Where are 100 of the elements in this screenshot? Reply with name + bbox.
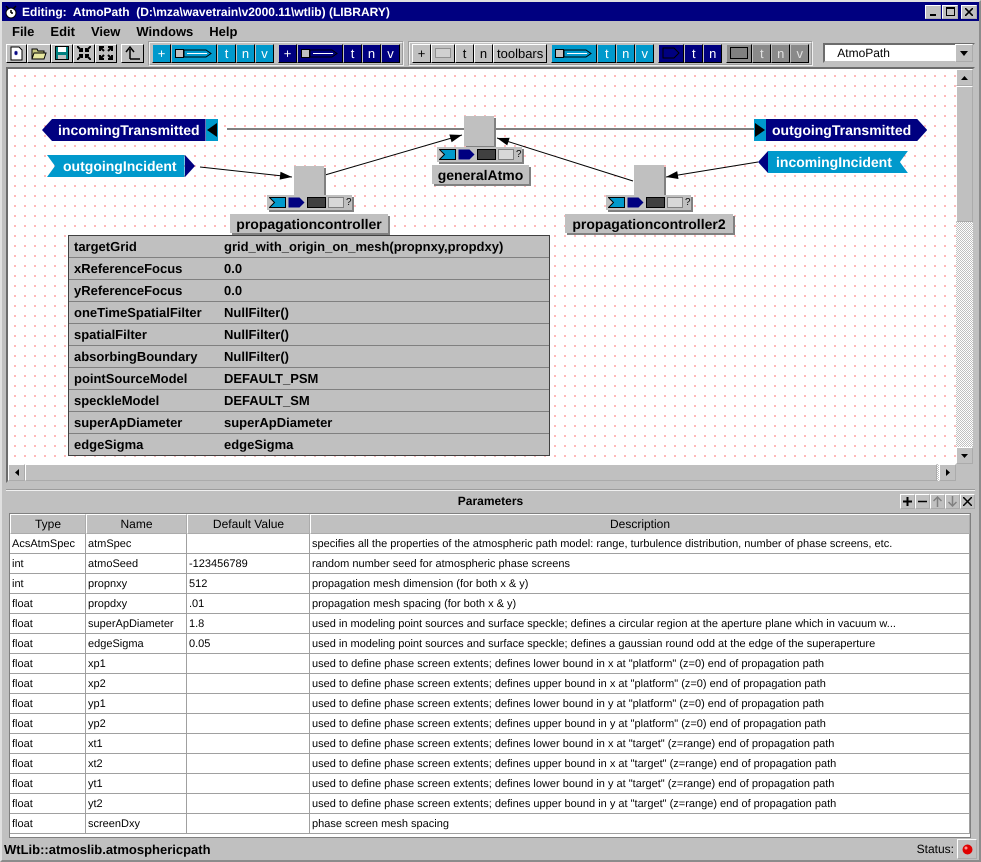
table-cell: xt1 — [86, 734, 187, 754]
table-cell: random number seed for atmospheric phase screens — [310, 554, 970, 574]
toolbar-button[interactable]: t — [684, 44, 704, 62]
property-name: oneTimeSpatialFilter — [73, 305, 203, 320]
panel-button[interactable] — [915, 494, 930, 508]
table-cell: specifies all the properties of the atmospheric path model: range, turbulence distribution, number of phase screens, etc. — [310, 534, 970, 554]
help-label[interactable]: ? — [516, 149, 522, 160]
maximize-button[interactable] — [942, 4, 958, 18]
toolbar-button[interactable]: + — [278, 44, 297, 62]
port-label[interactable]: outgoingTransmitted — [766, 119, 928, 141]
table-cell: screenDxy — [86, 814, 187, 834]
table-cell: atmoSeed — [86, 554, 187, 574]
toolbar-button[interactable]: n — [362, 44, 381, 62]
menu-item[interactable]: Help — [201, 24, 246, 38]
property-value[interactable]: NullFilter() — [219, 349, 549, 364]
table-cell: float — [10, 634, 86, 654]
connector-icon — [301, 46, 339, 60]
panel-button[interactable] — [900, 494, 915, 508]
table-cell: used in modeling point sources and surface speckle; defines a gaussian round odd at the edge of the superaperture — [310, 634, 970, 654]
property-name: superApDiameter — [73, 415, 184, 430]
table-cell: AcsAtmSpec — [10, 534, 86, 554]
property-value[interactable]: grid_with_origin_on_mesh(propnxy,propdxy) — [219, 239, 549, 254]
table-cell: phase screen mesh spacing — [310, 814, 970, 834]
help-label[interactable]: ? — [346, 197, 352, 208]
property-name: absorbingBoundary — [73, 349, 199, 364]
table-cell: used to define phase screen extents; defines lower bound in y at "target" (z=range) end of propagation path — [310, 774, 970, 794]
table-cell: used in modeling point sources and surface speckle; defines a circular region at the aperture plane which in vacuum w... — [310, 614, 970, 634]
block-node[interactable] — [294, 166, 324, 196]
move-up-icon — [933, 496, 942, 506]
property-value[interactable]: DEFAULT_PSM — [219, 371, 549, 386]
block-node[interactable] — [634, 165, 664, 195]
menu-item[interactable]: View — [82, 24, 128, 38]
toolbar-button[interactable] — [171, 44, 217, 62]
table-cell: used to define phase screen extents; defines upper bound in y at "target" (z=range) end of propagation path — [310, 794, 970, 814]
table-cell: float — [10, 714, 86, 734]
property-value[interactable]: superApDiameter — [219, 415, 549, 430]
table-cell: used to define phase screen extents; defines lower bound in y at "platform" (z=0) end of propagation path — [310, 694, 970, 714]
property-value[interactable]: edgeSigma — [219, 437, 549, 452]
block-label[interactable]: propagationcontroller2 — [565, 214, 733, 233]
toolbar-button[interactable] — [658, 44, 684, 62]
help-label[interactable]: ? — [685, 197, 691, 208]
column-header[interactable]: Name — [86, 514, 187, 534]
move-down-icon — [948, 496, 957, 506]
panel-button[interactable] — [960, 494, 975, 508]
toolbar-button[interactable] — [297, 44, 343, 62]
table-cell: propagation mesh spacing (for both x & y) — [310, 594, 970, 614]
property-value[interactable]: DEFAULT_SM — [219, 393, 549, 408]
vertical-scrollbar[interactable] — [956, 69, 973, 464]
property-value[interactable]: 0.0 — [219, 261, 549, 276]
output-port-icon[interactable] — [458, 149, 475, 160]
property-value[interactable]: NullFilter() — [219, 305, 549, 320]
output-port-icon[interactable] — [288, 197, 305, 208]
port-icon — [662, 47, 680, 59]
toolbar-button[interactable]: n — [474, 44, 493, 62]
table-cell: superApDiameter — [86, 614, 187, 634]
toolbar-button[interactable]: n — [703, 44, 722, 62]
column-header[interactable]: Default Value — [187, 514, 310, 534]
property-name: yReferenceFocus — [73, 283, 184, 298]
blank-icon[interactable] — [667, 197, 683, 208]
block-label[interactable]: generalAtmo — [432, 165, 529, 184]
toolbar-button[interactable] — [726, 44, 752, 62]
block-label[interactable]: propagationcontroller — [230, 214, 388, 233]
add-icon — [903, 496, 912, 506]
toolbar-button[interactable]: + — [412, 44, 431, 62]
table-cell: used to define phase screen extents; defines lower bound in x at "platform" (z=0) end of propagation path — [310, 654, 970, 674]
toolbar-button[interactable]: t — [455, 44, 474, 62]
toolbar-button[interactable] — [551, 44, 598, 62]
minimize-button[interactable] — [925, 4, 941, 18]
table-cell: yp1 — [86, 694, 187, 714]
toolbar-button[interactable]: v — [381, 44, 400, 62]
property-value[interactable]: NullFilter() — [219, 327, 549, 342]
blank-icon[interactable] — [328, 197, 344, 208]
close-button[interactable] — [961, 4, 977, 18]
table-cell: float — [10, 754, 86, 774]
table-cell: used to define phase screen extents; defines upper bound in x at "target" (z=range) end of propagation path — [310, 754, 970, 774]
diagram-selector[interactable]: AtmoPath — [823, 43, 975, 63]
port-label[interactable]: incomingTransmitted — [42, 119, 206, 141]
block-node[interactable] — [464, 116, 494, 146]
input-port-icon[interactable] — [439, 149, 456, 160]
property-name: spatialFilter — [73, 327, 148, 342]
toolbar-button[interactable]: toolbars — [493, 44, 548, 62]
table-cell: 512 — [187, 574, 310, 594]
column-header[interactable]: Type — [10, 514, 86, 534]
menu-item[interactable]: Edit — [42, 24, 83, 38]
status-button[interactable] — [957, 839, 977, 859]
input-port-icon[interactable] — [608, 197, 625, 208]
table-cell: xp1 — [86, 654, 187, 674]
up-arrow-icon — [125, 46, 140, 60]
output-port-icon[interactable] — [627, 197, 644, 208]
blank-icon[interactable] — [498, 149, 514, 160]
menu-item[interactable]: Windows — [128, 24, 202, 38]
maximize-icon — [946, 7, 954, 16]
table-cell: yp2 — [86, 714, 187, 734]
toolbar-button[interactable]: t — [343, 44, 362, 62]
menu-item[interactable]: File — [4, 24, 42, 38]
horizontal-scrollbar[interactable] — [8, 464, 956, 481]
column-header[interactable]: Description — [310, 514, 970, 534]
input-port-icon[interactable] — [269, 197, 286, 208]
diagram-canvas[interactable] — [8, 69, 956, 464]
property-value[interactable]: 0.0 — [219, 283, 549, 298]
